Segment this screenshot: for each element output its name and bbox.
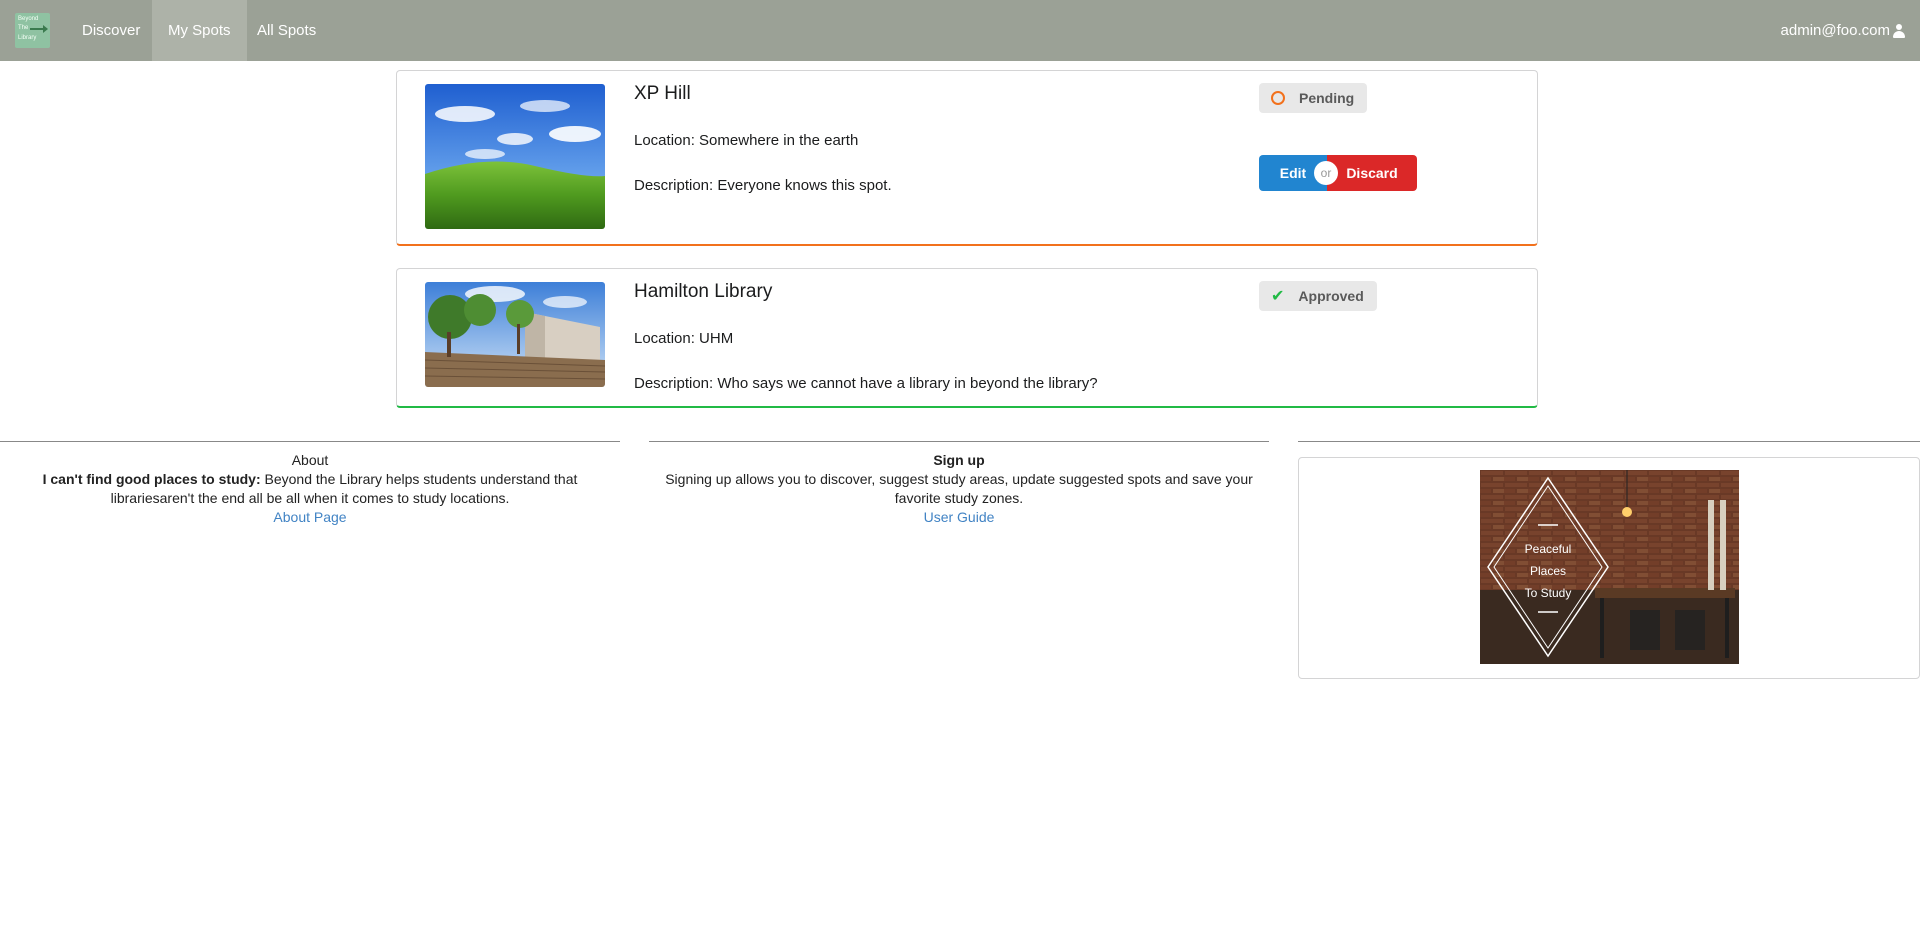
footer-about: About I can't find good places to study:… <box>0 441 620 527</box>
footer-about-lead: I can't find good places to study: <box>42 471 261 487</box>
footer-about-heading: About <box>291 452 329 468</box>
divider <box>0 441 620 442</box>
spot-image-xp-hill <box>425 84 605 229</box>
spot-title: Hamilton Library <box>634 281 773 302</box>
footer-signup-text: Signing up allows you to discover, sugge… <box>665 471 1253 506</box>
banner-line-2: Places <box>1530 564 1566 578</box>
discard-button[interactable]: Discard <box>1327 155 1417 191</box>
logo-text-line-2: The <box>18 25 29 31</box>
about-page-link[interactable]: About Page <box>0 508 620 527</box>
spot-actions: Edit Discard or <box>1259 155 1417 191</box>
logo-text-line-1: Beyond <box>18 16 39 22</box>
banner-card: Peaceful Places To Study <box>1298 457 1920 679</box>
status-badge-approved: ✔ Approved <box>1259 281 1377 311</box>
nav-my-spots[interactable]: My Spots <box>152 0 247 61</box>
spot-card-xp-hill: XP Hill Location: Somewhere in the earth… <box>396 70 1538 246</box>
divider <box>649 441 1269 442</box>
checkmark-icon: ✔ <box>1271 288 1285 305</box>
footer-signup-heading: Sign up <box>933 452 985 468</box>
user-email: admin@foo.com <box>1780 22 1890 39</box>
circle-outline-icon <box>1271 91 1285 105</box>
peaceful-places-banner: Peaceful Places To Study <box>1480 470 1739 664</box>
user-icon <box>1892 23 1906 38</box>
status-badge-pending: Pending <box>1259 83 1368 113</box>
user-menu[interactable]: admin@foo.com <box>1781 0 1906 61</box>
spot-card-hamilton-library: Hamilton Library Location: UHM Descripti… <box>396 268 1538 408</box>
footer-banner-column <box>1298 441 1920 451</box>
nav-all-spots[interactable]: All Spots <box>241 0 332 61</box>
status-label: Approved <box>1298 288 1364 304</box>
site-logo[interactable]: Beyond The Library <box>15 13 50 48</box>
spot-title: XP Hill <box>634 83 691 104</box>
or-divider: or <box>1314 161 1338 185</box>
hamilton-library-image <box>425 282 605 387</box>
spot-location: Location: Somewhere in the earth <box>634 132 859 149</box>
banner-line-1: Peaceful <box>1525 542 1572 556</box>
spot-image-hamilton-library <box>425 282 605 387</box>
logo-text-line-3: Library <box>18 35 37 41</box>
banner-line-3: To Study <box>1525 586 1572 600</box>
status-label: Pending <box>1299 90 1355 106</box>
logo-arrow-icon <box>30 25 48 33</box>
spot-location: Location: UHM <box>634 330 734 347</box>
user-guide-link[interactable]: User Guide <box>649 508 1269 527</box>
xp-hill-image <box>425 84 605 229</box>
navbar: Beyond The Library Discover My Spots All… <box>0 0 1920 61</box>
banner-image: Peaceful Places To Study <box>1480 470 1739 664</box>
nav-discover[interactable]: Discover <box>66 0 156 61</box>
footer-signup: Sign up Signing up allows you to discove… <box>649 441 1269 527</box>
spot-description: Description: Who says we cannot have a l… <box>634 375 1098 392</box>
divider <box>1298 441 1920 442</box>
spot-description: Description: Everyone knows this spot. <box>634 177 892 194</box>
footer-about-text: I can't find good places to study: Beyon… <box>0 470 620 508</box>
